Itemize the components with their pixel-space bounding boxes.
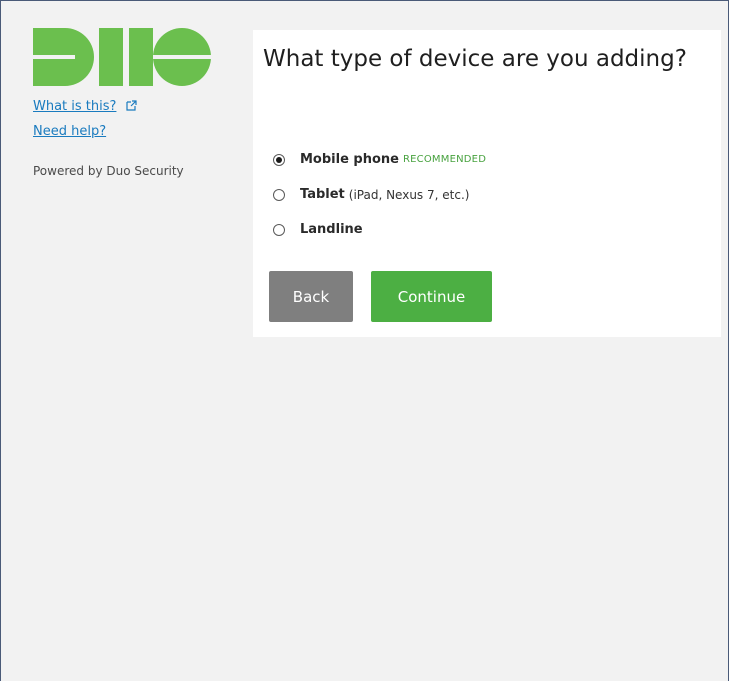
radio-mobile-phone[interactable] (273, 153, 285, 166)
device-options: Mobile phone RECOMMENDED Tablet (iPad, N… (273, 142, 486, 247)
recommended-badge: RECOMMENDED (403, 154, 487, 165)
option-mobile-phone[interactable]: Mobile phone RECOMMENDED (273, 142, 486, 177)
sidebar: What is this? Need help? Powered by Duo … (33, 28, 233, 179)
duo-logo (33, 28, 211, 86)
option-label: Mobile phone (300, 152, 399, 167)
continue-button[interactable]: Continue (371, 271, 492, 322)
back-button[interactable]: Back (269, 271, 353, 322)
need-help-link[interactable]: Need help? (33, 123, 106, 141)
powered-by-text: Powered by Duo Security (33, 164, 184, 178)
option-label: Landline (300, 222, 363, 237)
what-is-this-label: What is this? (33, 99, 117, 114)
device-type-panel: What type of device are you adding? Mobi… (253, 30, 721, 337)
radio-landline[interactable] (273, 223, 285, 236)
what-is-this-link[interactable]: What is this? (33, 98, 116, 116)
option-landline[interactable]: Landline (273, 212, 486, 247)
option-label: Tablet (300, 187, 345, 202)
option-tablet[interactable]: Tablet (iPad, Nexus 7, etc.) (273, 177, 486, 212)
app-frame: What is this? Need help? Powered by Duo … (0, 0, 729, 681)
radio-tablet[interactable] (273, 188, 285, 201)
button-row: Back Continue (269, 271, 492, 322)
external-link-icon[interactable] (125, 100, 137, 111)
page-title: What type of device are you adding? (263, 46, 687, 72)
option-detail: (iPad, Nexus 7, etc.) (348, 187, 470, 202)
